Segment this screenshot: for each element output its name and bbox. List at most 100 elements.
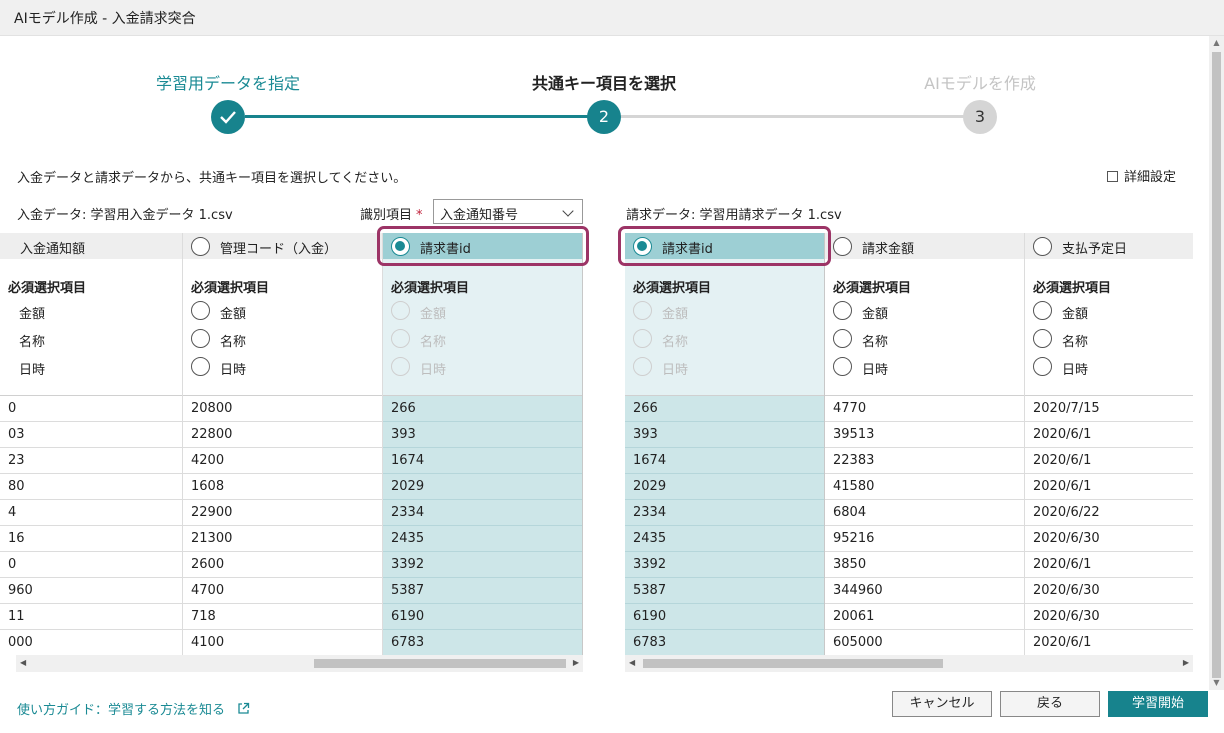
option-radio[interactable]: [191, 301, 210, 320]
col-header[interactable]: 請求金額: [825, 233, 1024, 259]
step-3-label: AIモデルを作成: [924, 74, 1036, 93]
option-amount[interactable]: 金額: [862, 303, 888, 322]
highlight-right-key: [618, 226, 831, 266]
table-cell: 2020/6/1: [1025, 474, 1193, 500]
table-cell: 393: [383, 422, 582, 448]
back-button[interactable]: 戻る: [1000, 691, 1100, 717]
table-cell: 39513: [825, 422, 1024, 448]
option-radio[interactable]: [833, 357, 852, 376]
key-radio[interactable]: [1033, 237, 1052, 256]
option-radio[interactable]: [191, 329, 210, 348]
col-header[interactable]: 支払予定日: [1025, 233, 1193, 259]
table-cell: 20061: [825, 604, 1024, 630]
step-1-label: 学習用データを指定: [155, 74, 300, 93]
left-panel-title: 入金データ: 学習用入金データ 1.csv: [17, 208, 233, 223]
ident-select-value: 入金通知番号: [440, 208, 519, 223]
col-header[interactable]: 入金通知額: [0, 233, 182, 259]
scroll-up-icon[interactable]: ▲: [1209, 36, 1224, 50]
option-name[interactable]: 名称: [862, 331, 888, 350]
option-name[interactable]: 名称: [220, 331, 246, 350]
option-radio[interactable]: [1033, 329, 1052, 348]
option-radio[interactable]: [833, 329, 852, 348]
scrollbar-thumb[interactable]: [643, 659, 943, 668]
option-amount[interactable]: 金額: [1062, 303, 1088, 322]
ident-select[interactable]: 入金通知番号: [433, 199, 583, 224]
required-title: 必須選択項目: [391, 281, 470, 296]
col-header[interactable]: 管理コード（入金）: [183, 233, 382, 259]
left-col-1: 管理コード（入金） 必須選択項目 金額 名称 日時 20800 22800 42…: [183, 233, 383, 655]
option-radio-disabled: [391, 301, 410, 320]
cancel-button[interactable]: キャンセル: [892, 691, 992, 717]
table-cell: 80: [0, 474, 182, 500]
detail-settings-checkbox[interactable]: 詳細設定: [1107, 166, 1176, 185]
option-datetime[interactable]: 日時: [862, 359, 888, 378]
option-name[interactable]: 名称: [19, 331, 45, 350]
highlight-left-key: [377, 226, 589, 266]
option-datetime[interactable]: 日時: [220, 359, 246, 378]
checkbox-icon[interactable]: [1107, 171, 1118, 182]
right-col-2: 支払予定日 必須選択項目 金額 名称 日時 2020/7/15 2020/6/1…: [1025, 233, 1193, 655]
table-cell: 5387: [625, 578, 824, 604]
scrollbar-thumb[interactable]: [1212, 52, 1221, 678]
table-cell: 3850: [825, 552, 1024, 578]
option-radio[interactable]: [1033, 357, 1052, 376]
option-radio-disabled: [633, 301, 652, 320]
external-link-icon[interactable]: [237, 702, 250, 715]
left-col-0: 入金通知額 必須選択項目 金額 名称 日時 0 03 23 80 4 16 0 …: [0, 233, 183, 655]
required-title: 必須選択項目: [633, 281, 712, 296]
option-radio[interactable]: [1033, 301, 1052, 320]
option-amount[interactable]: 金額: [220, 303, 246, 322]
chevron-down-icon[interactable]: [562, 205, 574, 217]
col-header-label: 管理コード（入金）: [220, 242, 338, 257]
table-cell: 2020/6/1: [1025, 422, 1193, 448]
scroll-down-icon[interactable]: ▼: [1209, 676, 1224, 690]
option-name[interactable]: 名称: [1062, 331, 1088, 350]
scroll-left-icon[interactable]: ◀: [20, 658, 26, 667]
scrollbar-thumb[interactable]: [314, 659, 566, 668]
table-cell: 4700: [183, 578, 382, 604]
table-cell: 2020/6/30: [1025, 578, 1193, 604]
table-cell: 2020/6/1: [1025, 552, 1193, 578]
table-cell: 2435: [625, 526, 824, 552]
right-table: 請求書id 必須選択項目 金額 名称 日時 266 393 1674 2029 …: [625, 233, 1193, 655]
table-cell: 2029: [625, 474, 824, 500]
left-table: 入金通知額 必須選択項目 金額 名称 日時 0 03 23 80 4 16 0 …: [0, 233, 583, 655]
col-header-label: 請求金額: [862, 242, 915, 257]
table-cell: 960: [0, 578, 182, 604]
usage-guide-link[interactable]: 使い方ガイド：学習する方法を知る: [17, 699, 250, 718]
scroll-right-icon[interactable]: ▶: [573, 658, 579, 667]
table-cell: 23: [0, 448, 182, 474]
option-radio[interactable]: [191, 357, 210, 376]
table-cell: 22900: [183, 500, 382, 526]
table-cell: 2435: [383, 526, 582, 552]
table-cell: 11: [0, 604, 182, 630]
table-cell: 344960: [825, 578, 1024, 604]
table-cell: 6804: [825, 500, 1024, 526]
table-cell: 22800: [183, 422, 382, 448]
table-cell: 1674: [625, 448, 824, 474]
data-rows: 0 03 23 80 4 16 0 960 11 000: [0, 395, 182, 655]
right-col-selected: 請求書id 必須選択項目 金額 名称 日時 266 393 1674 2029 …: [625, 233, 825, 655]
right-col-1: 請求金額 必須選択項目 金額 名称 日時 4770 39513 22383 41…: [825, 233, 1025, 655]
option-amount[interactable]: 金額: [19, 303, 45, 322]
key-radio[interactable]: [833, 237, 852, 256]
start-learning-button[interactable]: 学習開始: [1108, 691, 1208, 717]
option-datetime[interactable]: 日時: [19, 359, 45, 378]
table-cell: 605000: [825, 630, 1024, 655]
scroll-right-icon[interactable]: ▶: [1183, 658, 1189, 667]
scroll-left-icon[interactable]: ◀: [629, 658, 635, 667]
table-cell: 2020/6/22: [1025, 500, 1193, 526]
table-cell: 1608: [183, 474, 382, 500]
right-horizontal-scrollbar[interactable]: ◀ ▶: [625, 655, 1193, 672]
table-cell: 6190: [383, 604, 582, 630]
table-cell: 03: [0, 422, 182, 448]
option-datetime[interactable]: 日時: [1062, 359, 1088, 378]
table-cell: 2334: [383, 500, 582, 526]
usage-guide-label[interactable]: 使い方ガイド：学習する方法を知る: [17, 703, 225, 718]
key-radio[interactable]: [191, 237, 210, 256]
table-cell: 718: [183, 604, 382, 630]
option-radio[interactable]: [833, 301, 852, 320]
vertical-scrollbar[interactable]: ▲ ▼: [1209, 36, 1224, 690]
table-cell: 21300: [183, 526, 382, 552]
left-horizontal-scrollbar[interactable]: ◀ ▶: [16, 655, 583, 672]
